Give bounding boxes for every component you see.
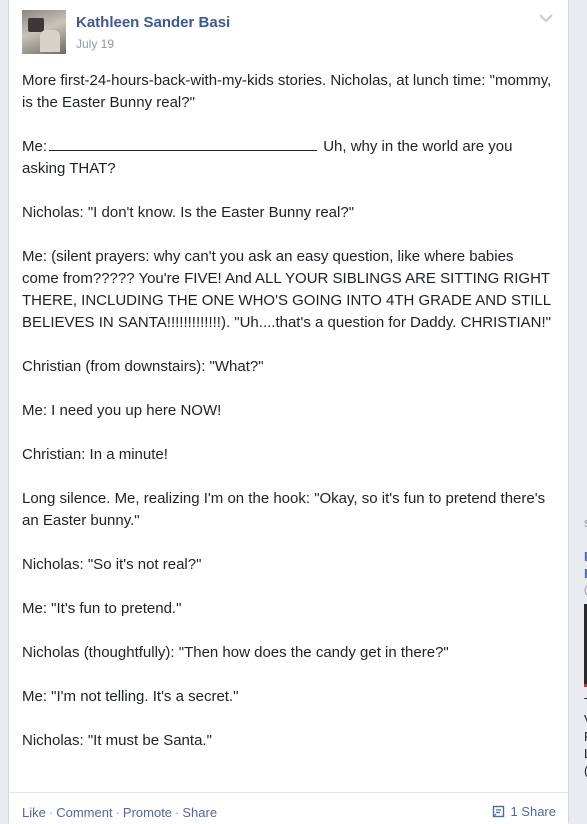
post-date[interactable]: July 19: [76, 37, 114, 51]
share-icon: [492, 805, 505, 818]
post-paragraph-blank: Me: Uh, why in the world are you asking …: [22, 136, 513, 177]
comment-link[interactable]: Comment: [56, 805, 112, 820]
post-paragraph: Christian: In a minute!: [22, 446, 168, 463]
post-footer: Like · Comment · Promote · Share 1 Share: [9, 792, 568, 824]
post-paragraph: More first-24-hours-back-with-my-kids st…: [22, 72, 552, 111]
post-paragraph: Nicholas: "So it's not real?": [22, 556, 202, 573]
share-count[interactable]: 1 Share: [492, 804, 556, 819]
like-link[interactable]: Like: [22, 805, 46, 820]
post-paragraph: Long silence. Me, realizing I'm on the h…: [22, 490, 546, 529]
post-paragraph: Me: "I'm not telling. It's a secret.": [22, 688, 239, 705]
post-card: Kathleen Sander Basi July 19 More first-…: [8, 0, 569, 824]
share-link[interactable]: Share: [182, 805, 217, 820]
post-paragraph: Me: (silent prayers: why can't you ask a…: [22, 248, 551, 331]
right-rail: s F F ( T V F L (: [574, 0, 587, 823]
promote-link[interactable]: Promote: [123, 805, 172, 820]
chevron-down-icon[interactable]: [538, 12, 554, 24]
post-paragraph: Me: "It's fun to pretend.": [22, 600, 182, 617]
share-count-label: 1 Share: [510, 804, 556, 819]
post-paragraph: Christian (from downstairs): "What?": [22, 358, 264, 375]
post-actions: Like · Comment · Promote · Share: [22, 805, 218, 820]
author-name[interactable]: Kathleen Sander Basi: [76, 14, 230, 31]
post-paragraph: Nicholas (thoughtfully): "Then how does …: [22, 644, 449, 661]
blank-line: [49, 136, 318, 151]
post-paragraph: Nicholas: "It must be Santa.": [22, 732, 212, 749]
post-header: Kathleen Sander Basi July 19: [22, 10, 558, 55]
avatar[interactable]: [22, 10, 66, 54]
post-paragraph: Nicholas: "I don't know. Is the Easter B…: [22, 204, 355, 221]
post-body: More first-24-hours-back-with-my-kids st…: [22, 70, 552, 774]
post-paragraph: Me: I need you up here NOW!: [22, 402, 222, 419]
